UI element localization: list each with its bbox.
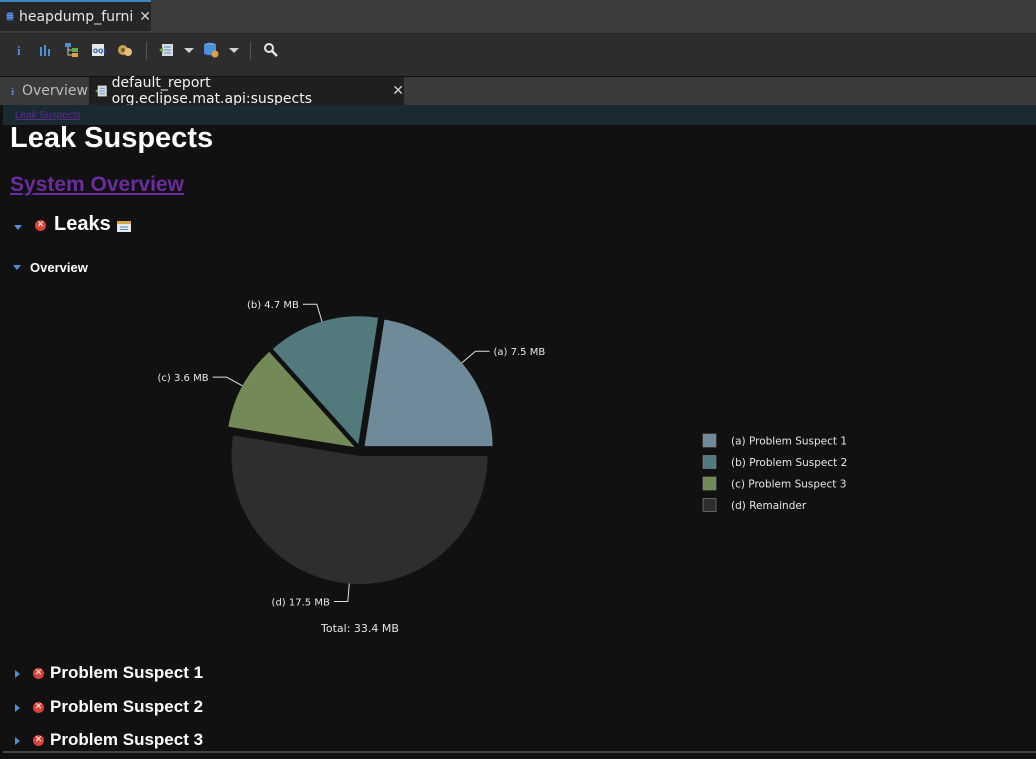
slice-label: (c) 3.6 MB bbox=[158, 373, 209, 384]
pie-slice bbox=[231, 435, 488, 584]
find-object-icon[interactable] bbox=[262, 40, 280, 60]
svg-text:OQL: OQL bbox=[93, 48, 106, 55]
report-content: Leak Suspects Leak Suspects System Overv… bbox=[3, 105, 1036, 752]
problem-suspect-1-heading[interactable]: Problem Suspect 1 bbox=[50, 663, 203, 683]
run-expert-report-icon[interactable] bbox=[158, 40, 176, 60]
leader-line bbox=[302, 303, 323, 322]
leader-line bbox=[461, 350, 490, 364]
system-overview-link[interactable]: System Overview bbox=[10, 173, 184, 197]
overview-icon[interactable]: i bbox=[10, 40, 28, 60]
editor-tab-heapdump[interactable]: heapdump_furni ✕ bbox=[0, 0, 151, 31]
slice-label: (b) 4.7 MB bbox=[247, 300, 299, 311]
legend-swatch bbox=[702, 455, 717, 469]
toolbar-separator bbox=[250, 42, 251, 60]
histogram-icon[interactable] bbox=[36, 40, 54, 60]
query-browser-icon[interactable] bbox=[202, 40, 220, 60]
chevron-down-icon[interactable] bbox=[229, 48, 239, 53]
error-icon: ✕ bbox=[35, 220, 46, 231]
chevron-down-icon[interactable] bbox=[184, 48, 194, 53]
legend-entry: (a) Problem Suspect 1 bbox=[731, 436, 847, 448]
toolbar: i OQL bbox=[0, 34, 1036, 76]
leader-line bbox=[333, 583, 350, 603]
tab-default-report[interactable]: default_report org.eclipse.mat.api:suspe… bbox=[89, 75, 404, 107]
legend-swatch bbox=[702, 433, 717, 448]
tab-overview[interactable]: i Overview bbox=[0, 77, 88, 105]
leak-pie-chart: (a) 7.5 MB (b) 4.7 MB (c) 3.6 MB (d) 17.5 M… bbox=[158, 300, 848, 635]
horizontal-scrollbar[interactable] bbox=[3, 751, 1036, 753]
legend-entry: (c) Problem Suspect 3 bbox=[731, 479, 846, 491]
thread-overview-icon[interactable] bbox=[116, 40, 134, 60]
editor-tab-bar: heapdump_furni ✕ bbox=[0, 0, 1036, 34]
tab-default-report-label: default_report org.eclipse.mat.api:suspe… bbox=[111, 75, 313, 107]
chevron-right-icon[interactable] bbox=[15, 737, 20, 745]
page-title: Leak Suspects bbox=[10, 122, 214, 154]
svg-text:i: i bbox=[17, 43, 21, 58]
dominator-tree-icon[interactable] bbox=[63, 40, 81, 60]
oql-icon[interactable]: OQL bbox=[89, 40, 107, 60]
heap-dump-icon bbox=[6, 12, 14, 21]
legend-swatch bbox=[702, 498, 717, 512]
error-icon: ✕ bbox=[33, 702, 44, 713]
chevron-right-icon[interactable] bbox=[15, 670, 20, 678]
report-icon bbox=[95, 85, 107, 97]
chevron-right-icon[interactable] bbox=[15, 704, 20, 712]
close-icon[interactable]: ✕ bbox=[139, 9, 151, 25]
pie-slice bbox=[364, 319, 493, 447]
info-icon: i bbox=[11, 86, 14, 97]
toolbar-separator bbox=[146, 42, 147, 60]
problem-suspect-2-heading[interactable]: Problem Suspect 2 bbox=[50, 697, 203, 717]
slice-label: (d) 17.5 MB bbox=[272, 598, 330, 609]
error-icon: ✕ bbox=[33, 668, 44, 679]
error-icon: ✕ bbox=[33, 735, 44, 746]
problem-suspect-3-heading[interactable]: Problem Suspect 3 bbox=[50, 730, 203, 750]
chevron-down-icon[interactable] bbox=[13, 265, 21, 270]
leader-line bbox=[212, 376, 243, 387]
slice-label: (a) 7.5 MB bbox=[494, 347, 546, 358]
chevron-down-icon[interactable] bbox=[14, 225, 22, 230]
svg-text:i: i bbox=[11, 86, 14, 97]
legend-swatch bbox=[702, 476, 717, 491]
overview-heading: Overview bbox=[30, 260, 88, 275]
tab-overview-label: Overview bbox=[22, 83, 88, 99]
close-icon[interactable]: ✕ bbox=[392, 83, 404, 99]
leaks-heading: Leaks bbox=[54, 213, 111, 235]
breadcrumb[interactable]: Leak Suspects bbox=[15, 110, 81, 121]
legend-entry: (b) Problem Suspect 2 bbox=[731, 457, 847, 469]
report-link-icon[interactable] bbox=[116, 220, 132, 233]
chart-total: Total: 33.4 MB bbox=[320, 622, 399, 635]
legend-entry: (d) Remainder bbox=[731, 500, 807, 512]
view-tab-bar: i Overview default_report org.eclipse.ma… bbox=[0, 75, 1036, 107]
editor-tab-label: heapdump_furni bbox=[18, 8, 134, 25]
